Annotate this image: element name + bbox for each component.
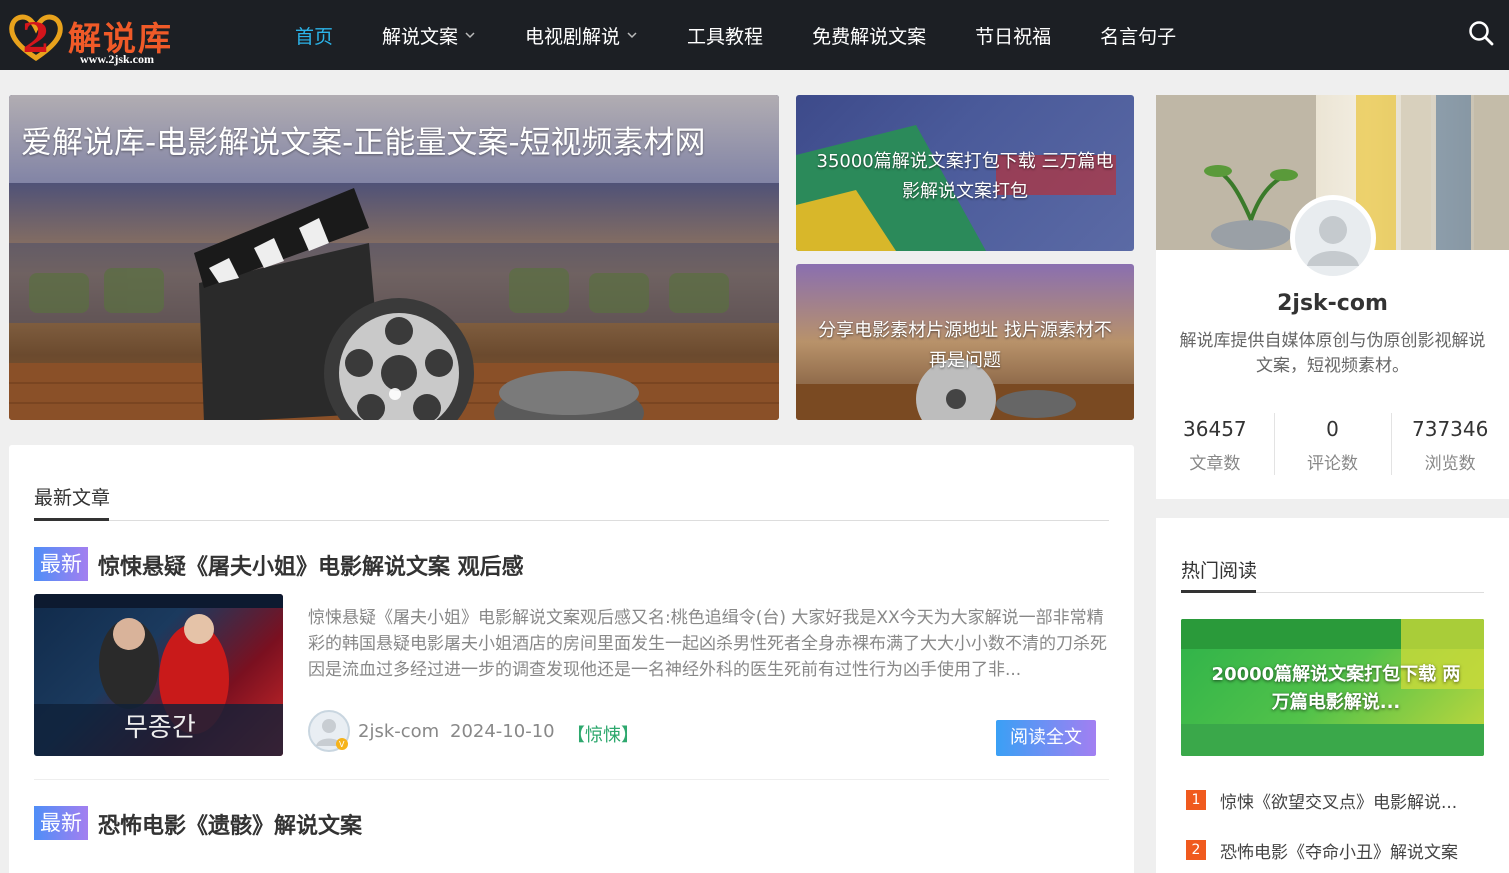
profile-stats: 36457 文章数 0 评论数 737346 浏览数 <box>1156 413 1509 477</box>
hot-list-item[interactable]: 2 恐怖电影《夺命小丑》解说文案 <box>1186 835 1496 865</box>
divider <box>34 779 1109 780</box>
post-title[interactable]: 惊悚悬疑《屠夫小姐》电影解说文案 观后感 <box>98 549 524 581</box>
new-badge: 最新 <box>34 806 88 840</box>
author-name[interactable]: 2jsk-com <box>358 721 439 742</box>
nav-label: 节日祝福 <box>975 25 1052 48</box>
profile-name: 2jsk-com <box>1277 291 1388 316</box>
nav-label: 工具教程 <box>687 25 764 48</box>
profile-avatar[interactable] <box>1290 195 1376 281</box>
svg-text:V: V <box>339 740 345 749</box>
stat-label: 评论数 <box>1307 454 1358 474</box>
nav-item-commentary[interactable]: 解说文案 <box>382 22 476 49</box>
post-thumbnail[interactable]: 무종간 <box>34 594 283 756</box>
banner-title: 爱解说库-电影解说文案-正能量文案-短视频素材网 <box>21 125 706 161</box>
nav-item-home[interactable]: 首页 <box>295 22 333 49</box>
post-date: 2024-10-10 <box>450 721 555 742</box>
card-caption: 分享电影素材片源地址 找片源素材不再是问题 <box>818 320 1112 371</box>
feature-card-1[interactable]: 35000篇解说文案打包下载 三万篇电影解说文案打包 <box>796 95 1134 251</box>
user-icon: V <box>316 719 348 750</box>
stat-posts: 36457 文章数 <box>1156 413 1274 477</box>
stat-label: 浏览数 <box>1424 454 1476 474</box>
search-icon[interactable] <box>1466 18 1496 48</box>
hot-item-title: 惊悚《欲望交叉点》电影解说... <box>1220 792 1458 813</box>
slider-dot[interactable] <box>389 388 401 400</box>
hero-banner[interactable]: 爱解说库-电影解说文案-正能量文案-短视频素材网 <box>9 95 779 420</box>
svg-text:무종간: 무종간 <box>124 713 196 743</box>
latest-posts-panel: 最新文章 最新 惊悚悬疑《屠夫小姐》电影解说文案 观后感 무종간 惊悚悬疑《屠夫… <box>9 445 1134 873</box>
post-excerpt: 惊悚悬疑《屠夫小姐》电影解说文案观后感又名:桃色追缉令(台) 大家好我是XX今天… <box>308 608 1107 680</box>
card-caption: 35000篇解说文案打包下载 三万篇电影解说文案打包 <box>816 151 1114 202</box>
nav-item-tools[interactable]: 工具教程 <box>687 22 763 49</box>
title-underline <box>34 518 109 521</box>
read-more-button[interactable]: 阅读全文 <box>996 720 1096 756</box>
nav-label: 电视剧解说 <box>525 25 621 48</box>
title-underline <box>1181 590 1256 593</box>
hot-list-item[interactable]: 1 惊悚《欲望交叉点》电影解说... <box>1186 785 1496 815</box>
post-item: 最新 恐怖电影《遗骸》解说文案 <box>34 806 1109 846</box>
film-clapper-image <box>9 188 779 420</box>
hot-item-title: 恐怖电影《夺命小丑》解说文案 <box>1220 842 1458 863</box>
post-title[interactable]: 恐怖电影《遗骸》解说文案 <box>98 808 362 840</box>
stat-number: 36457 <box>1183 417 1247 441</box>
chevron-down-icon <box>465 32 475 39</box>
new-badge: 最新 <box>34 547 88 581</box>
post-category[interactable]: 【惊悚】 <box>567 721 639 747</box>
author-avatar[interactable]: V <box>308 710 350 752</box>
feature-card-2[interactable]: 分享电影素材片源地址 找片源素材不再是问题 <box>796 264 1134 420</box>
heart-logo-icon: 2 <box>9 14 63 62</box>
stat-comments: 0 评论数 <box>1273 413 1392 477</box>
section-title: 最新文章 <box>34 487 111 509</box>
stat-number: 0 <box>1326 417 1339 441</box>
stat-views: 737346 浏览数 <box>1391 413 1509 477</box>
nav-item-holiday[interactable]: 节日祝福 <box>975 22 1051 49</box>
divider <box>34 520 1109 521</box>
nav-item-free-scripts[interactable]: 免费解说文案 <box>812 22 926 49</box>
rank-badge: 1 <box>1186 790 1206 810</box>
site-logo[interactable]: 2 解说库 www.2jsk.com <box>8 6 208 66</box>
user-icon <box>1307 216 1359 266</box>
nav-item-tv-commentary[interactable]: 电视剧解说 <box>525 22 638 49</box>
nav-label: 免费解说文案 <box>812 25 927 48</box>
nav-item-quotes[interactable]: 名言句子 <box>1100 22 1176 49</box>
section-title: 热门阅读 <box>1181 560 1258 582</box>
stat-number: 737346 <box>1412 417 1489 441</box>
hot-banner-text: 20000篇解说文案打包下载 两万篇电影解说... <box>1211 664 1461 713</box>
post-item: 最新 惊悚悬疑《屠夫小姐》电影解说文案 观后感 무종간 惊悚悬疑《屠夫小姐》电影… <box>34 547 1109 787</box>
movie-poster-image: 무종간 <box>34 594 283 756</box>
stat-label: 文章数 <box>1189 454 1241 474</box>
chevron-down-icon <box>627 32 637 39</box>
logo-url: www.2jsk.com <box>80 52 154 66</box>
nav-label: 首页 <box>295 25 334 48</box>
site-header: 2 解说库 www.2jsk.com 首页 解说文案 电视剧解说 工具教程 免费… <box>0 0 1509 70</box>
nav-label: 解说文案 <box>382 25 459 48</box>
nav-label: 名言句子 <box>1100 25 1177 48</box>
hot-banner[interactable]: 20000篇解说文案打包下载 两万篇电影解说... <box>1181 619 1484 756</box>
profile-description: 解说库提供自媒体原创与伪原创影视解说文案，短视频素材。 <box>1179 331 1486 376</box>
rank-badge: 2 <box>1186 840 1206 860</box>
main-nav: 首页 解说文案 电视剧解说 工具教程 免费解说文案 节日祝福 名言句子 <box>295 0 1225 70</box>
hot-reads-panel: 热门阅读 20000篇解说文案打包下载 两万篇电影解说... 1 惊悚《欲望交叉… <box>1156 518 1509 873</box>
author-profile-card: 2jsk-com 解说库提供自媒体原创与伪原创影视解说文案，短视频素材。 364… <box>1156 95 1509 499</box>
svg-text:2: 2 <box>22 15 50 62</box>
